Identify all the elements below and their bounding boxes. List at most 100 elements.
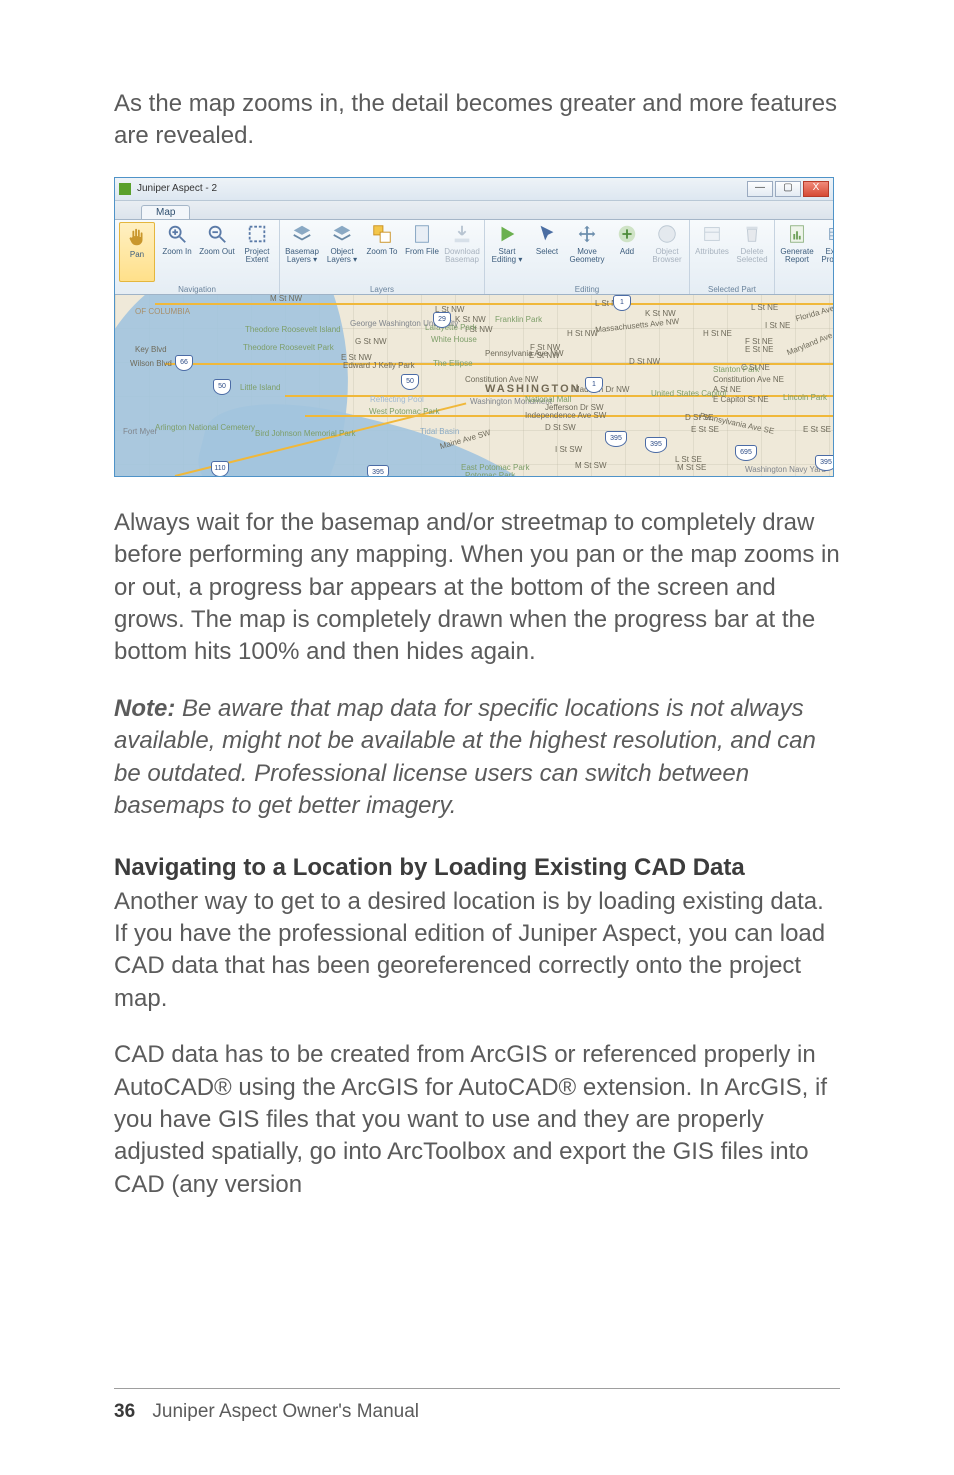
export-icon: [825, 222, 834, 246]
map-label: Fort Myer: [123, 427, 157, 436]
ribbon-group-layers: Basemap Layers ▾ Object Layers ▾ Zoom To: [280, 220, 485, 294]
add-label: Add: [620, 248, 634, 256]
map-view[interactable]: OF COLUMBIA M St NW L St NW L St NW K St…: [115, 295, 833, 477]
generate-report-button[interactable]: Generate Report: [779, 222, 815, 282]
cursor-icon: [535, 222, 559, 246]
map-label: Arlington National Cemetery: [155, 423, 255, 432]
map-label: H St NE: [703, 329, 732, 338]
object-layers-label: Object Layers ▾: [324, 248, 360, 265]
file-icon: [410, 222, 434, 246]
download-basemap-button[interactable]: Download Basemap: [444, 222, 480, 282]
map-label: Bird Johnson Memorial Park: [255, 429, 355, 438]
window-minimize-button[interactable]: —: [747, 181, 773, 197]
map-label: D St SW: [545, 423, 576, 432]
zoom-in-label: Zoom In: [162, 248, 191, 256]
cad-paragraph-2: CAD data has to be created from ArcGIS o…: [114, 1039, 840, 1201]
layers-icon: [330, 222, 354, 246]
intro-paragraph: As the map zooms in, the detail becomes …: [114, 88, 840, 153]
plus-icon: [615, 222, 639, 246]
basemap-layers-button[interactable]: Basemap Layers ▾: [284, 222, 320, 282]
hwy-shield: 395: [815, 455, 833, 471]
map-label: Potomac Park: [465, 471, 515, 477]
export-project-label: Export Project ▾: [819, 248, 834, 265]
start-editing-button[interactable]: Start Editing ▾: [489, 222, 525, 282]
map-label: Tidal Basin: [420, 427, 459, 436]
download-icon: [450, 222, 474, 246]
map-label-city: WASHINGTON: [485, 383, 581, 395]
window-close-button[interactable]: X: [803, 181, 829, 197]
move-geometry-label: Move Geometry: [569, 248, 605, 265]
app-icon: [119, 183, 131, 195]
zoom-out-button[interactable]: Zoom Out: [199, 222, 235, 282]
select-button[interactable]: Select: [529, 222, 565, 282]
ribbon: Pan Zoom In Zoom Out: [115, 220, 833, 295]
project-extent-button[interactable]: Project Extent: [239, 222, 275, 282]
zoom-to-button[interactable]: Zoom To: [364, 222, 400, 282]
map-label: Franklin Park: [495, 315, 542, 324]
object-browser-button[interactable]: Object Browser: [649, 222, 685, 282]
map-label: E St SE: [803, 425, 831, 434]
ribbon-group-selected-part: Attributes Delete Selected Selected Part: [690, 220, 775, 294]
browser-icon: [655, 222, 679, 246]
hwy-shield: 110: [211, 461, 229, 477]
map-label: Wilson Blvd: [130, 359, 172, 368]
zoom-to-label: Zoom To: [367, 248, 398, 256]
map-label: Maryland Ave NE: [786, 326, 833, 357]
add-button[interactable]: Add: [609, 222, 645, 282]
map-label: E St SE: [691, 425, 719, 434]
map-label: Florida Ave: [795, 303, 833, 323]
move-icon: [575, 222, 599, 246]
map-label: H St NW: [567, 329, 598, 338]
map-label: L St NE: [751, 303, 778, 312]
move-geometry-button[interactable]: Move Geometry: [569, 222, 605, 282]
map-label: Independence Ave SW: [525, 411, 606, 420]
attributes-label: Attributes: [695, 248, 729, 256]
note-label: Note:: [114, 695, 175, 722]
pan-button[interactable]: Pan: [119, 222, 155, 282]
map-label: Reflecting Pool: [370, 395, 424, 404]
ribbon-tabbar: Map: [115, 201, 833, 220]
delete-selected-button[interactable]: Delete Selected: [734, 222, 770, 282]
map-label: The Ellipse: [433, 359, 473, 368]
map-label: OF COLUMBIA: [135, 307, 190, 316]
map-label: Lincoln Park: [783, 393, 827, 402]
group-editing-label: Editing: [485, 285, 689, 294]
hand-icon: [125, 225, 149, 249]
attributes-button[interactable]: Attributes: [694, 222, 730, 282]
tab-map[interactable]: Map: [141, 205, 190, 219]
select-label: Select: [536, 248, 558, 256]
hwy-shield: 695: [735, 445, 757, 461]
window-titlebar: Juniper Aspect - 2 — ▢ X: [115, 178, 833, 201]
map-label: M St SW: [575, 461, 607, 470]
layers-icon: [290, 222, 314, 246]
ribbon-group-editing: Start Editing ▾ Select Move Geometry: [485, 220, 690, 294]
hwy-shield: 29: [433, 312, 451, 328]
map-label: Key Blvd: [135, 345, 167, 354]
hwy-shield: 395: [605, 431, 627, 447]
ribbon-group-navigation: Pan Zoom In Zoom Out: [115, 220, 280, 294]
map-label: M St SE: [677, 463, 706, 472]
object-layers-button[interactable]: Object Layers ▾: [324, 222, 360, 282]
page-footer: 36 Juniper Aspect Owner's Manual: [114, 1388, 840, 1423]
group-selected-part-label: Selected Part: [690, 285, 774, 294]
map-label: D St NW: [629, 357, 660, 366]
from-file-label: From File: [405, 248, 439, 256]
map-label: White House: [431, 335, 477, 344]
from-file-button[interactable]: From File: [404, 222, 440, 282]
zoom-in-icon: [165, 222, 189, 246]
export-project-button[interactable]: Export Project ▾: [819, 222, 834, 282]
hwy-shield: 1: [585, 377, 603, 393]
window-maximize-button[interactable]: ▢: [775, 181, 801, 197]
map-label: E Capitol St NE: [713, 395, 769, 404]
section-heading: Navigating to a Location by Loading Exis…: [114, 852, 840, 884]
map-label: D St SE: [685, 413, 713, 422]
zoom-in-button[interactable]: Zoom In: [159, 222, 195, 282]
map-label: Massachusetts Ave NW: [595, 316, 680, 334]
delete-icon: [740, 222, 764, 246]
note-text: Be aware that map data for specific loca…: [114, 695, 816, 819]
pan-label: Pan: [130, 251, 144, 259]
map-label: E St NE: [745, 345, 773, 354]
map-label: M St NW: [270, 295, 302, 303]
map-label: Constitution Ave NE: [713, 375, 784, 384]
cad-paragraph-1: Another way to get to a desired location…: [114, 886, 840, 1016]
